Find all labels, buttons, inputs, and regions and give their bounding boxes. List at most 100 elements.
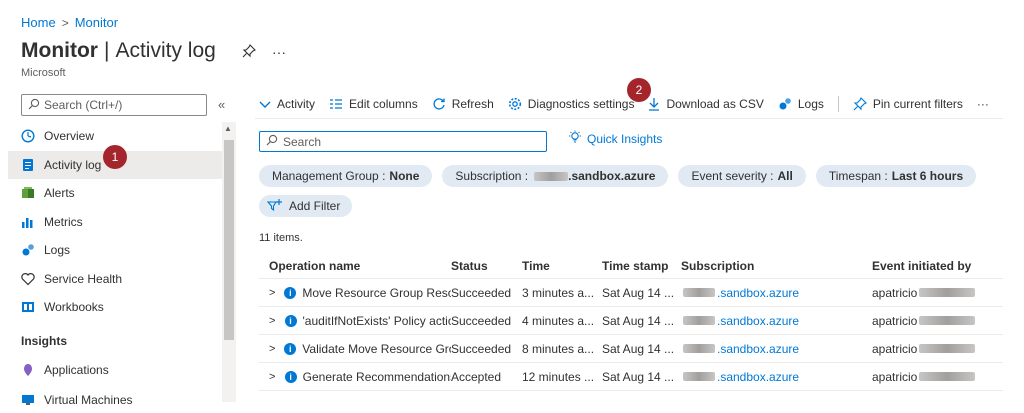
table-header: Operation name Status Time Time stamp Su… xyxy=(259,254,1003,279)
lightbulb-icon xyxy=(568,130,582,147)
chevron-right-icon[interactable]: > xyxy=(269,371,279,383)
table-row[interactable]: > i Move Resource Group Resou Succeeded … xyxy=(259,279,1003,307)
initiated-by-cell: apatricio xyxy=(872,342,1003,356)
redacted-text xyxy=(919,316,976,325)
initiated-by-user: apatricio xyxy=(872,313,918,328)
edit-columns-button[interactable]: Edit columns xyxy=(329,97,418,111)
refresh-button[interactable]: Refresh xyxy=(432,97,494,111)
time-cell: 8 minutes a... xyxy=(522,341,595,356)
add-filter-icon xyxy=(266,198,283,215)
page-title: Monitor | Activity log xyxy=(21,39,216,63)
logs-button[interactable]: Logs xyxy=(778,97,824,111)
filter-label: Management Group : xyxy=(272,169,386,183)
timestamp-cell: Sat Aug 14 ... xyxy=(602,285,675,300)
operation-cell: > i Move Resource Group Resou xyxy=(259,286,451,300)
sidebar-item-logs[interactable]: Logs xyxy=(8,236,222,265)
info-icon: i xyxy=(284,342,297,355)
more-options-button[interactable]: ··· xyxy=(272,44,286,61)
table-row[interactable]: > i 'auditIfNotExists' Policy actior Suc… xyxy=(259,307,1003,335)
applications-icon xyxy=(21,363,35,377)
toolbar: Activity Edit columns Refresh Diagnostic… xyxy=(259,93,1003,115)
logs-icon xyxy=(778,97,792,111)
header-status[interactable]: Status xyxy=(451,259,522,273)
sidebar-item-label: Service Health xyxy=(44,271,123,286)
chevron-right-icon[interactable]: > xyxy=(269,315,279,327)
logs-label: Logs xyxy=(797,97,824,111)
initiated-by-cell: apatricio xyxy=(872,314,1003,328)
activity-search-input[interactable]: Search xyxy=(259,131,547,152)
time-cell: 3 minutes a... xyxy=(522,285,595,300)
filter-value: None xyxy=(389,169,420,183)
sidebar-item-alerts[interactable]: Alerts xyxy=(8,179,222,208)
sidebar-item-service-health[interactable]: Service Health xyxy=(8,265,222,294)
breadcrumb: Home > Monitor xyxy=(21,15,118,30)
operation-name[interactable]: Move Resource Group Resou xyxy=(302,286,451,300)
initiated-by-user: apatricio xyxy=(872,369,918,384)
operation-name[interactable]: Generate Recommendations xyxy=(303,370,451,384)
subscription-cell[interactable]: .sandbox.azure xyxy=(681,286,872,300)
sidebar-item-label: Virtual Machines xyxy=(44,392,133,407)
redacted-text xyxy=(683,316,715,325)
time-cell: 12 minutes ... xyxy=(522,369,595,384)
header-subscription[interactable]: Subscription xyxy=(681,259,872,273)
breadcrumb-monitor-link[interactable]: Monitor xyxy=(75,15,118,30)
download-csv-button[interactable]: Download as CSV xyxy=(648,97,764,111)
page-title-divider: | xyxy=(103,39,110,62)
header-time[interactable]: Time xyxy=(522,259,602,273)
subscription-cell[interactable]: .sandbox.azure xyxy=(681,370,872,384)
subscription-link[interactable]: .sandbox.azure xyxy=(717,342,799,356)
diagnostics-settings-button[interactable]: Diagnostics settings xyxy=(508,97,634,111)
activity-button[interactable]: Activity xyxy=(259,97,315,111)
sidebar-item-applications[interactable]: Applications xyxy=(8,356,222,385)
timestamp-cell: Sat Aug 14 ... xyxy=(602,313,675,328)
quick-insights-button[interactable]: Quick Insights xyxy=(568,130,662,147)
sidebar-item-label: Metrics xyxy=(44,214,83,229)
header-operation-name[interactable]: Operation name xyxy=(259,259,451,273)
add-filter-button[interactable]: Add Filter xyxy=(259,195,353,217)
operation-name[interactable]: 'auditIfNotExists' Policy actior xyxy=(303,314,451,328)
table-row[interactable]: > i Validate Move Resource Grou Succeede… xyxy=(259,335,1003,363)
sidebar-item-virtual-machines[interactable]: Virtual Machines xyxy=(8,385,222,407)
annotation-badge-1: 1 xyxy=(103,145,127,169)
sidebar-item-metrics[interactable]: Metrics xyxy=(8,208,222,237)
pin-icon[interactable] xyxy=(242,44,256,61)
collapse-sidebar-button[interactable]: « xyxy=(218,97,225,112)
quick-insights-label: Quick Insights xyxy=(587,131,663,146)
redacted-text xyxy=(683,288,715,297)
pin-current-filters-label: Pin current filters xyxy=(872,97,963,111)
table-row[interactable]: > i Generate Recommendations Accepted 12… xyxy=(259,363,1003,391)
sidebar-item-workbooks[interactable]: Workbooks xyxy=(8,293,222,322)
page-subtitle: Microsoft xyxy=(21,67,66,79)
breadcrumb-home-link[interactable]: Home xyxy=(21,15,56,30)
scroll-up-arrow-icon[interactable]: ▲ xyxy=(224,124,232,133)
subscription-cell[interactable]: .sandbox.azure xyxy=(681,342,872,356)
title-actions: ··· xyxy=(242,44,286,61)
subscription-filter[interactable]: Subscription : .sandbox.azure xyxy=(442,165,669,187)
chevron-right-icon[interactable]: > xyxy=(269,287,278,299)
subscription-link[interactable]: .sandbox.azure xyxy=(717,370,799,384)
breadcrumb-separator: > xyxy=(61,15,69,30)
header-event-initiated-by[interactable]: Event initiated by xyxy=(872,259,1003,273)
page-title-section: Activity log xyxy=(115,39,216,62)
sidebar-search-placeholder: Search (Ctrl+/) xyxy=(44,98,123,112)
event-severity-filter[interactable]: Event severity : All xyxy=(678,165,806,187)
header-time-stamp[interactable]: Time stamp xyxy=(602,259,681,273)
operation-name[interactable]: Validate Move Resource Grou xyxy=(302,342,451,356)
toolbar-more-button[interactable]: ··· xyxy=(977,97,989,111)
filter-value: All xyxy=(777,169,793,183)
chevron-right-icon[interactable]: > xyxy=(269,343,278,355)
overview-icon xyxy=(21,129,35,143)
subscription-cell[interactable]: .sandbox.azure xyxy=(681,314,872,328)
service-health-icon xyxy=(21,272,35,286)
sidebar-scroll-thumb[interactable] xyxy=(224,140,234,340)
management-group-filter[interactable]: Management Group : None xyxy=(259,165,433,187)
redacted-text xyxy=(919,288,976,297)
pin-current-filters-button[interactable]: Pin current filters xyxy=(853,97,963,111)
subscription-link[interactable]: .sandbox.azure xyxy=(717,314,799,328)
activity-search-placeholder: Search xyxy=(283,134,322,149)
activity-label: Activity xyxy=(277,97,316,111)
timespan-filter[interactable]: Timespan : Last 6 hours xyxy=(815,165,977,187)
redacted-text xyxy=(683,372,715,381)
subscription-link[interactable]: .sandbox.azure xyxy=(717,286,799,300)
sidebar-search-input[interactable]: Search (Ctrl+/) xyxy=(21,94,207,116)
